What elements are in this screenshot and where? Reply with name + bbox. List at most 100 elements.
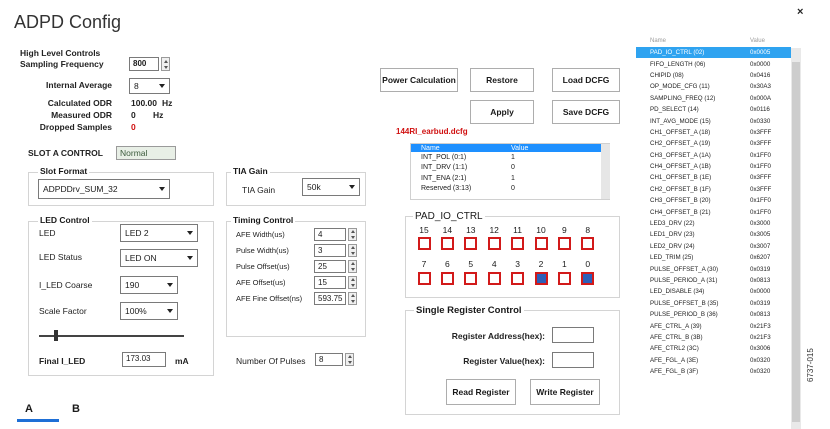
timing-field[interactable]: 15 xyxy=(314,276,346,289)
register-row[interactable]: AFE_CTRL2 (3C) 0x3006 xyxy=(636,343,791,354)
pad-io-bit-checkbox[interactable] xyxy=(511,272,525,285)
stepper-down-icon[interactable] xyxy=(350,267,355,271)
pad-io-bit-checkbox[interactable] xyxy=(440,272,454,285)
pad-io-bit-checkbox[interactable] xyxy=(511,237,525,250)
register-row[interactable]: PULSE_PERIOD_B (36) 0x0813 xyxy=(636,309,791,320)
bitfield-row[interactable]: INT_POL (0:1) 1 xyxy=(411,152,601,163)
led-select[interactable]: LED 2 xyxy=(120,224,198,242)
read-register-button[interactable]: Read Register xyxy=(446,379,516,405)
close-icon[interactable]: × xyxy=(797,6,803,18)
tab-b[interactable]: B xyxy=(72,403,80,415)
register-row[interactable]: FIFO_LENGTH (06) 0x0000 xyxy=(636,58,791,69)
slot-format-select[interactable]: ADPDDrv_SUM_32 xyxy=(38,179,170,199)
iled-slider-thumb[interactable] xyxy=(54,330,59,341)
register-row[interactable]: LED3_DRV (22) 0x3000 xyxy=(636,218,791,229)
register-row[interactable]: AFE_FGL_A (3E) 0x0320 xyxy=(636,355,791,366)
write-register-button[interactable]: Write Register xyxy=(530,379,600,405)
pad-io-bit-checkbox[interactable] xyxy=(581,272,595,285)
internal-average-select[interactable]: 8 xyxy=(129,78,170,94)
stepper-down-icon[interactable] xyxy=(350,299,355,303)
register-row[interactable]: PD_SELECT (14) 0x0116 xyxy=(636,104,791,115)
bitfield-row[interactable]: Reserved (3:13) 0 xyxy=(411,184,601,195)
register-row[interactable]: CH2_OFFSET_B (1F) 0x3FFF xyxy=(636,184,791,195)
timing-stepper[interactable] xyxy=(348,276,357,289)
pad-io-bit-checkbox[interactable] xyxy=(464,272,478,285)
save-dcfg-button[interactable]: Save DCFG xyxy=(552,100,620,124)
register-row[interactable]: SAMPLING_FREQ (12) 0x000A xyxy=(636,93,791,104)
timing-stepper[interactable] xyxy=(348,228,357,241)
pad-io-bit-checkbox[interactable] xyxy=(487,237,501,250)
register-row[interactable]: CH3_OFFSET_B (20) 0x1FF0 xyxy=(636,195,791,206)
bitfield-row[interactable]: INT_ENA (2:1) 1 xyxy=(411,173,601,184)
register-address-input[interactable] xyxy=(552,327,594,343)
register-row[interactable]: LED_DISABLE (34) 0x0000 xyxy=(636,286,791,297)
register-row[interactable]: INT_AVG_MODE (15) 0x0330 xyxy=(636,115,791,126)
bitfield-row[interactable]: INT_DRV (1:1) 0 xyxy=(411,163,601,174)
pad-io-bit-checkbox[interactable] xyxy=(440,237,454,250)
stepper-up-icon[interactable] xyxy=(163,59,168,63)
register-row[interactable]: CH4_OFFSET_A (1B) 0x1FF0 xyxy=(636,161,791,172)
sampling-frequency-field[interactable]: 800 xyxy=(129,57,159,71)
stepper-down-icon[interactable] xyxy=(347,360,352,364)
register-row[interactable]: PAD_IO_CTRL (02) 0x0005 xyxy=(636,47,791,59)
sampling-frequency-stepper[interactable] xyxy=(161,57,170,71)
scale-factor-select[interactable]: 100% xyxy=(120,302,178,320)
stepper-down-icon[interactable] xyxy=(350,235,355,239)
register-row[interactable]: CH1_OFFSET_B (1E) 0x3FFF xyxy=(636,172,791,183)
pad-io-bit-checkbox[interactable] xyxy=(464,237,478,250)
stepper-up-icon[interactable] xyxy=(347,355,352,359)
register-row[interactable]: AFE_CTRL_B (3B) 0x21F3 xyxy=(636,332,791,343)
register-list-scroll-thumb[interactable] xyxy=(792,62,800,422)
pad-io-bit-checkbox[interactable] xyxy=(557,272,571,285)
pad-io-bit-checkbox[interactable] xyxy=(487,272,501,285)
stepper-up-icon[interactable] xyxy=(350,262,355,266)
tab-a[interactable]: A xyxy=(25,403,33,415)
register-row[interactable]: PULSE_OFFSET_B (35) 0x0319 xyxy=(636,298,791,309)
register-row[interactable]: PULSE_PERIOD_A (31) 0x0813 xyxy=(636,275,791,286)
pad-io-bit-checkbox[interactable] xyxy=(534,237,548,250)
led-status-select[interactable]: LED ON xyxy=(120,249,198,267)
register-row[interactable]: CH2_OFFSET_A (19) 0x3FFF xyxy=(636,138,791,149)
register-row[interactable]: OP_MODE_CFG (11) 0x30A3 xyxy=(636,81,791,92)
iled-coarse-select[interactable]: 190 xyxy=(120,276,178,294)
register-row[interactable]: CH4_OFFSET_B (21) 0x1FF0 xyxy=(636,206,791,217)
timing-field[interactable]: 4 xyxy=(314,228,346,241)
timing-field[interactable]: 593.75 xyxy=(314,292,346,305)
register-row[interactable]: LED1_DRV (23) 0x3005 xyxy=(636,229,791,240)
timing-stepper[interactable] xyxy=(348,292,357,305)
register-row[interactable]: PULSE_OFFSET_A (30) 0x0319 xyxy=(636,263,791,274)
pad-io-bit-checkbox[interactable] xyxy=(417,272,431,285)
timing-stepper[interactable] xyxy=(348,244,357,257)
tia-gain-select[interactable]: 50k xyxy=(302,178,360,196)
stepper-down-icon[interactable] xyxy=(350,283,355,287)
stepper-up-icon[interactable] xyxy=(350,278,355,282)
register-row[interactable]: CHIPID (08) 0x0416 xyxy=(636,70,791,81)
timing-stepper[interactable] xyxy=(348,260,357,273)
register-row[interactable]: CH1_OFFSET_A (18) 0x3FFF xyxy=(636,127,791,138)
register-row[interactable]: LED_TRIM (25) 0x6207 xyxy=(636,252,791,263)
register-row[interactable]: CH3_OFFSET_A (1A) 0x1FF0 xyxy=(636,150,791,161)
power-calculation-button[interactable]: Power Calculation xyxy=(380,68,458,92)
pad-io-bit-checkbox[interactable] xyxy=(417,237,431,250)
stepper-up-icon[interactable] xyxy=(350,246,355,250)
register-row[interactable]: AFE_CTRL_A (39) 0x21F3 xyxy=(636,320,791,331)
register-value-input[interactable] xyxy=(552,352,594,368)
num-pulses-field[interactable]: 8 xyxy=(315,353,343,366)
register-row[interactable]: LED2_DRV (24) 0x3007 xyxy=(636,241,791,252)
stepper-up-icon[interactable] xyxy=(350,294,355,298)
pad-io-bit-checkbox[interactable] xyxy=(534,272,548,285)
register-row[interactable]: AFE_FGL_B (3F) 0x0320 xyxy=(636,366,791,377)
pad-io-bit-checkbox[interactable] xyxy=(557,237,571,250)
bitfield-scrollbar[interactable] xyxy=(601,144,610,199)
stepper-up-icon[interactable] xyxy=(350,230,355,234)
pad-io-bit-checkbox[interactable] xyxy=(581,237,595,250)
stepper-down-icon[interactable] xyxy=(163,65,168,69)
stepper-down-icon[interactable] xyxy=(350,251,355,255)
restore-button[interactable]: Restore xyxy=(470,68,534,92)
timing-field[interactable]: 25 xyxy=(314,260,346,273)
apply-button[interactable]: Apply xyxy=(470,100,534,124)
num-pulses-stepper[interactable] xyxy=(345,353,354,366)
load-dcfg-button[interactable]: Load DCFG xyxy=(552,68,620,92)
iled-slider-track[interactable] xyxy=(39,335,184,337)
timing-field[interactable]: 3 xyxy=(314,244,346,257)
